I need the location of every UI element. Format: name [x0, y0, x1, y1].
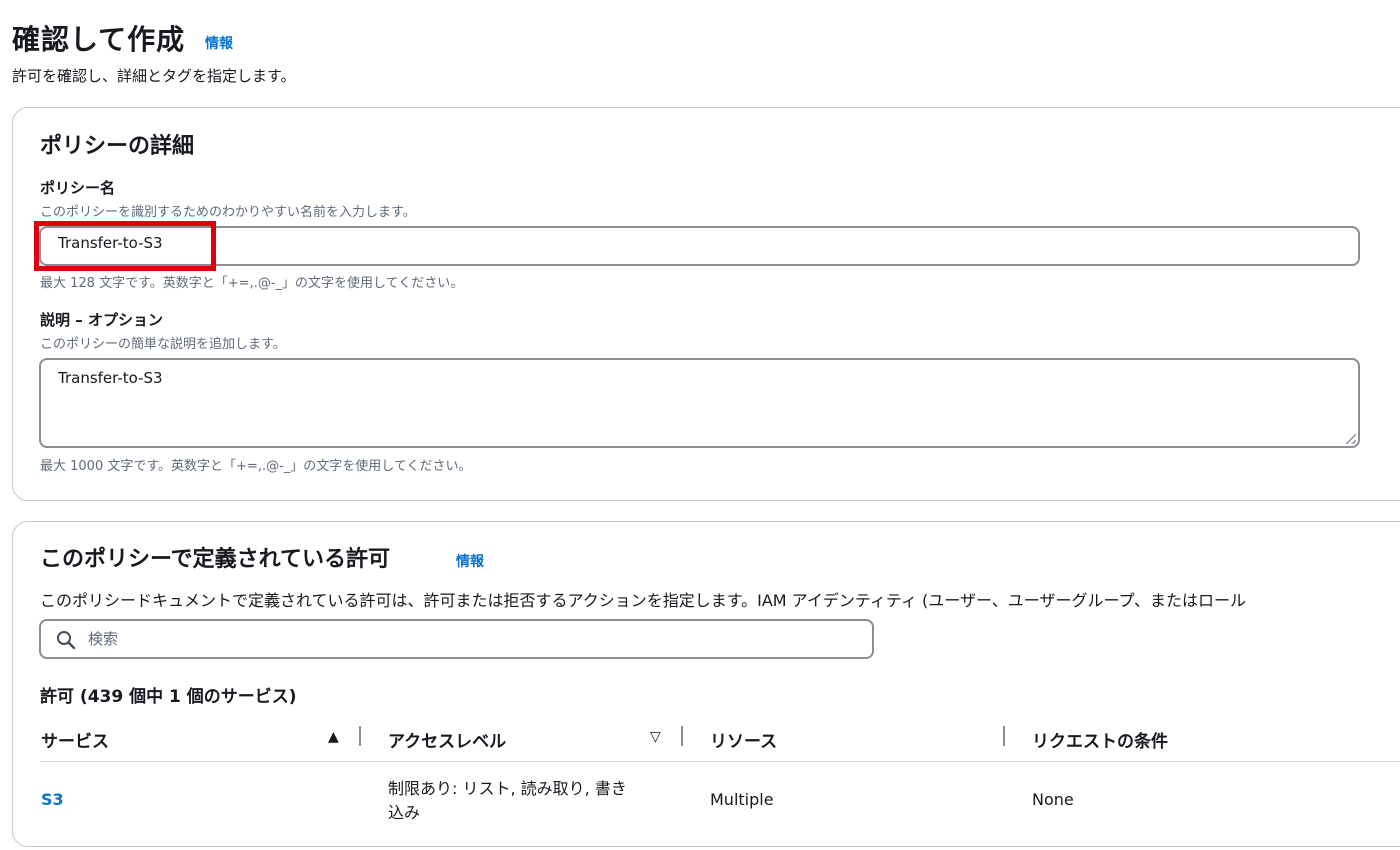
- search-placeholder: 検索: [88, 630, 119, 648]
- permissions-info-link[interactable]: 情報: [456, 551, 484, 571]
- page-title: 確認して作成: [12, 23, 186, 56]
- service-link[interactable]: S3: [41, 790, 64, 809]
- description-constraint: 最大 1000 文字です。英数字と「+=,.@-_」の文字を使用してください。: [40, 459, 472, 474]
- sort-ascending-icon[interactable]: ▲: [328, 729, 339, 745]
- description-hint: このポリシーの簡単な説明を追加します。: [40, 337, 286, 352]
- resize-handle-icon[interactable]: [1346, 434, 1356, 444]
- permissions-heading: このポリシーで定義されている許可: [40, 547, 391, 572]
- policy-name-constraint: 最大 128 文字です。英数字と「+=,.@-_」の文字を使用してください。: [40, 276, 464, 291]
- column-divider: [1003, 726, 1005, 746]
- policy-name-hint: このポリシーを識別するためのわかりやすい名前を入力します。: [40, 205, 416, 220]
- highlight-box: [34, 221, 216, 271]
- column-divider: [681, 726, 683, 746]
- column-divider: [359, 726, 361, 746]
- column-header-resource[interactable]: リソース: [710, 727, 777, 752]
- conditions-cell: None: [1032, 790, 1074, 809]
- table-title: 許可 (439 個中 1 個のサービス): [40, 687, 297, 707]
- description-label: 説明 – オプション: [40, 311, 163, 329]
- page-description: 許可を確認し、詳細とタグを指定します。: [12, 67, 296, 85]
- policy-details-heading: ポリシーの詳細: [40, 134, 195, 159]
- resource-cell: Multiple: [710, 790, 774, 809]
- description-textarea[interactable]: Transfer-to-S3: [39, 358, 1360, 448]
- access-level-line: 込み: [388, 803, 421, 822]
- policy-name-input[interactable]: Transfer-to-S3: [39, 226, 1360, 266]
- column-header-conditions[interactable]: リクエストの条件: [1032, 727, 1168, 752]
- info-link[interactable]: 情報: [205, 33, 233, 53]
- table-divider: [40, 761, 1400, 762]
- column-header-service[interactable]: サービス: [41, 727, 109, 752]
- access-level-cell: 制限あり: リスト, 読み取り, 書き 込み: [388, 777, 627, 825]
- column-header-access-level[interactable]: アクセスレベル: [388, 727, 506, 752]
- access-level-line: 制限あり: リスト, 読み取り, 書き: [388, 779, 627, 798]
- permissions-description: このポリシードキュメントで定義されている許可は、許可または拒否するアクションを指…: [40, 591, 1247, 610]
- sort-descending-icon[interactable]: ▽: [650, 729, 661, 745]
- policy-name-label: ポリシー名: [40, 179, 116, 197]
- search-icon: [57, 631, 76, 650]
- description-value: Transfer-to-S3: [58, 369, 163, 387]
- search-input[interactable]: 検索: [39, 619, 874, 659]
